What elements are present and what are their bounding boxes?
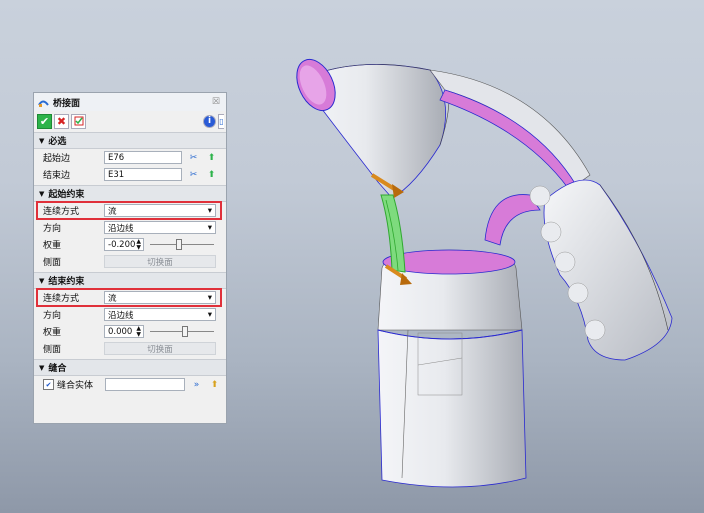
handle-part: [529, 179, 673, 361]
section-start-constraint[interactable]: ▼ 起始约束: [34, 185, 226, 202]
end-direction-row: 方向 沿边线 ▾: [34, 306, 226, 323]
end-continuity-label: 连续方式: [43, 294, 80, 304]
end-continuity-row: 连续方式 流 ▾: [36, 288, 222, 307]
dropdown-arrow-icon: ▾: [207, 309, 212, 320]
section-stitch[interactable]: ▼ 缝合: [34, 359, 226, 376]
section-end-constraint-label: 结束约束: [48, 277, 85, 287]
close-icon[interactable]: ☒: [212, 97, 220, 107]
end-weight-label: 权重: [43, 328, 62, 338]
collapse-arrow-icon[interactable]: ▼: [39, 277, 44, 285]
collapse-arrow-icon[interactable]: ▼: [39, 364, 44, 372]
dropdown-arrow-icon: ▾: [207, 292, 212, 303]
end-weight-spinner[interactable]: 0.000 ▲ ▼: [104, 325, 144, 338]
chevron-down-icon[interactable]: »: [190, 378, 203, 391]
start-continuity-value: 流: [108, 206, 117, 217]
cancel-icon[interactable]: ✖: [54, 113, 69, 129]
section-stitch-label: 缝合: [48, 364, 67, 374]
end-edge-value: E31: [108, 169, 125, 180]
end-switch-face-button[interactable]: 切换面: [104, 342, 216, 355]
bridge-surface-dialog: 桥接面 ☒ ✔ ✖ i ▯ ▼ 必选 起始边 E76 ✂ ⬆ 结束边 E31 ✂…: [33, 92, 227, 424]
end-weight-row: 权重 0.000 ▲ ▼: [34, 323, 226, 340]
slider-thumb[interactable]: [182, 326, 188, 337]
start-direction-value: 沿边线: [108, 223, 134, 234]
dialog-toolbar: ✔ ✖ i ▯: [34, 112, 226, 130]
spinner-icon[interactable]: ▲ ▼: [136, 238, 141, 251]
start-edge-label: 起始边: [43, 154, 71, 164]
start-direction-row: 方向 沿边线 ▾: [34, 219, 226, 236]
stitch-checkbox[interactable]: ✔: [43, 379, 54, 390]
ok-icon[interactable]: ✔: [37, 113, 52, 129]
start-weight-label: 权重: [43, 241, 62, 251]
help-icon[interactable]: ▯: [218, 113, 224, 129]
section-start-constraint-label: 起始约束: [48, 190, 85, 200]
collapse-arrow-icon[interactable]: ▼: [39, 137, 44, 145]
accept-icon[interactable]: ⬆: [205, 151, 218, 164]
start-side-row: 侧面 切换面: [34, 253, 226, 270]
pick-icon[interactable]: ✂: [187, 151, 200, 164]
collapse-arrow-icon[interactable]: ▼: [39, 190, 44, 198]
start-edge-field[interactable]: E76: [104, 151, 182, 164]
end-edge-field[interactable]: E31: [104, 168, 182, 181]
end-continuity-select[interactable]: 流 ▾: [104, 291, 216, 304]
stitch-label: 缝合实体: [57, 381, 94, 391]
end-side-row: 侧面 切换面: [34, 340, 226, 357]
start-continuity-label: 连续方式: [43, 207, 80, 217]
end-edge-label: 结束边: [43, 171, 71, 181]
stitch-field[interactable]: [105, 378, 185, 391]
start-direction-select[interactable]: 沿边线 ▾: [104, 221, 216, 234]
dropdown-arrow-icon: ▾: [207, 205, 212, 216]
start-direction-label: 方向: [43, 224, 62, 234]
apply-icon[interactable]: [71, 113, 86, 129]
start-edge-row: 起始边 E76 ✂ ⬆: [34, 149, 226, 166]
end-side-label: 侧面: [43, 345, 62, 355]
end-direction-label: 方向: [43, 311, 62, 321]
section-required[interactable]: ▼ 必选: [34, 132, 226, 149]
stitch-row: ✔ 缝合实体 » ⬆: [34, 376, 226, 393]
cup-part: [377, 249, 527, 488]
start-weight-row: 权重 -0.200 ▲ ▼: [34, 236, 226, 253]
pick-icon[interactable]: ✂: [187, 168, 200, 181]
section-end-constraint[interactable]: ▼ 结束约束: [34, 272, 226, 289]
funnel-part: [296, 58, 450, 199]
end-direction-value: 沿边线: [108, 310, 134, 321]
start-switch-face-button[interactable]: 切换面: [104, 255, 216, 268]
slider-thumb[interactable]: [176, 239, 182, 250]
end-weight-value: 0.000: [108, 326, 133, 337]
start-continuity-row: 连续方式 流 ▾: [36, 201, 222, 220]
end-weight-slider[interactable]: [150, 325, 214, 338]
slider-track: [150, 244, 214, 245]
dialog-titlebar: 桥接面 ☒: [34, 93, 226, 111]
section-required-label: 必选: [48, 137, 67, 147]
start-edge-value: E76: [108, 152, 125, 163]
dropdown-arrow-icon: ▾: [207, 222, 212, 233]
dialog-title: 桥接面: [53, 98, 81, 109]
end-edge-row: 结束边 E31 ✂ ⬆: [34, 166, 226, 183]
end-continuity-value: 流: [108, 293, 117, 304]
start-weight-slider[interactable]: [150, 238, 214, 251]
start-weight-spinner[interactable]: -0.200 ▲ ▼: [104, 238, 144, 251]
info-icon[interactable]: i: [203, 114, 216, 128]
start-weight-value: -0.200: [108, 239, 136, 250]
bridge-surface-icon: [38, 97, 49, 108]
start-continuity-select[interactable]: 流 ▾: [104, 204, 216, 217]
spinner-icon[interactable]: ▲ ▼: [136, 325, 141, 338]
accept-icon[interactable]: ⬆: [205, 168, 218, 181]
start-side-label: 侧面: [43, 258, 62, 268]
accept-icon[interactable]: ⬆: [208, 378, 221, 391]
end-direction-select[interactable]: 沿边线 ▾: [104, 308, 216, 321]
